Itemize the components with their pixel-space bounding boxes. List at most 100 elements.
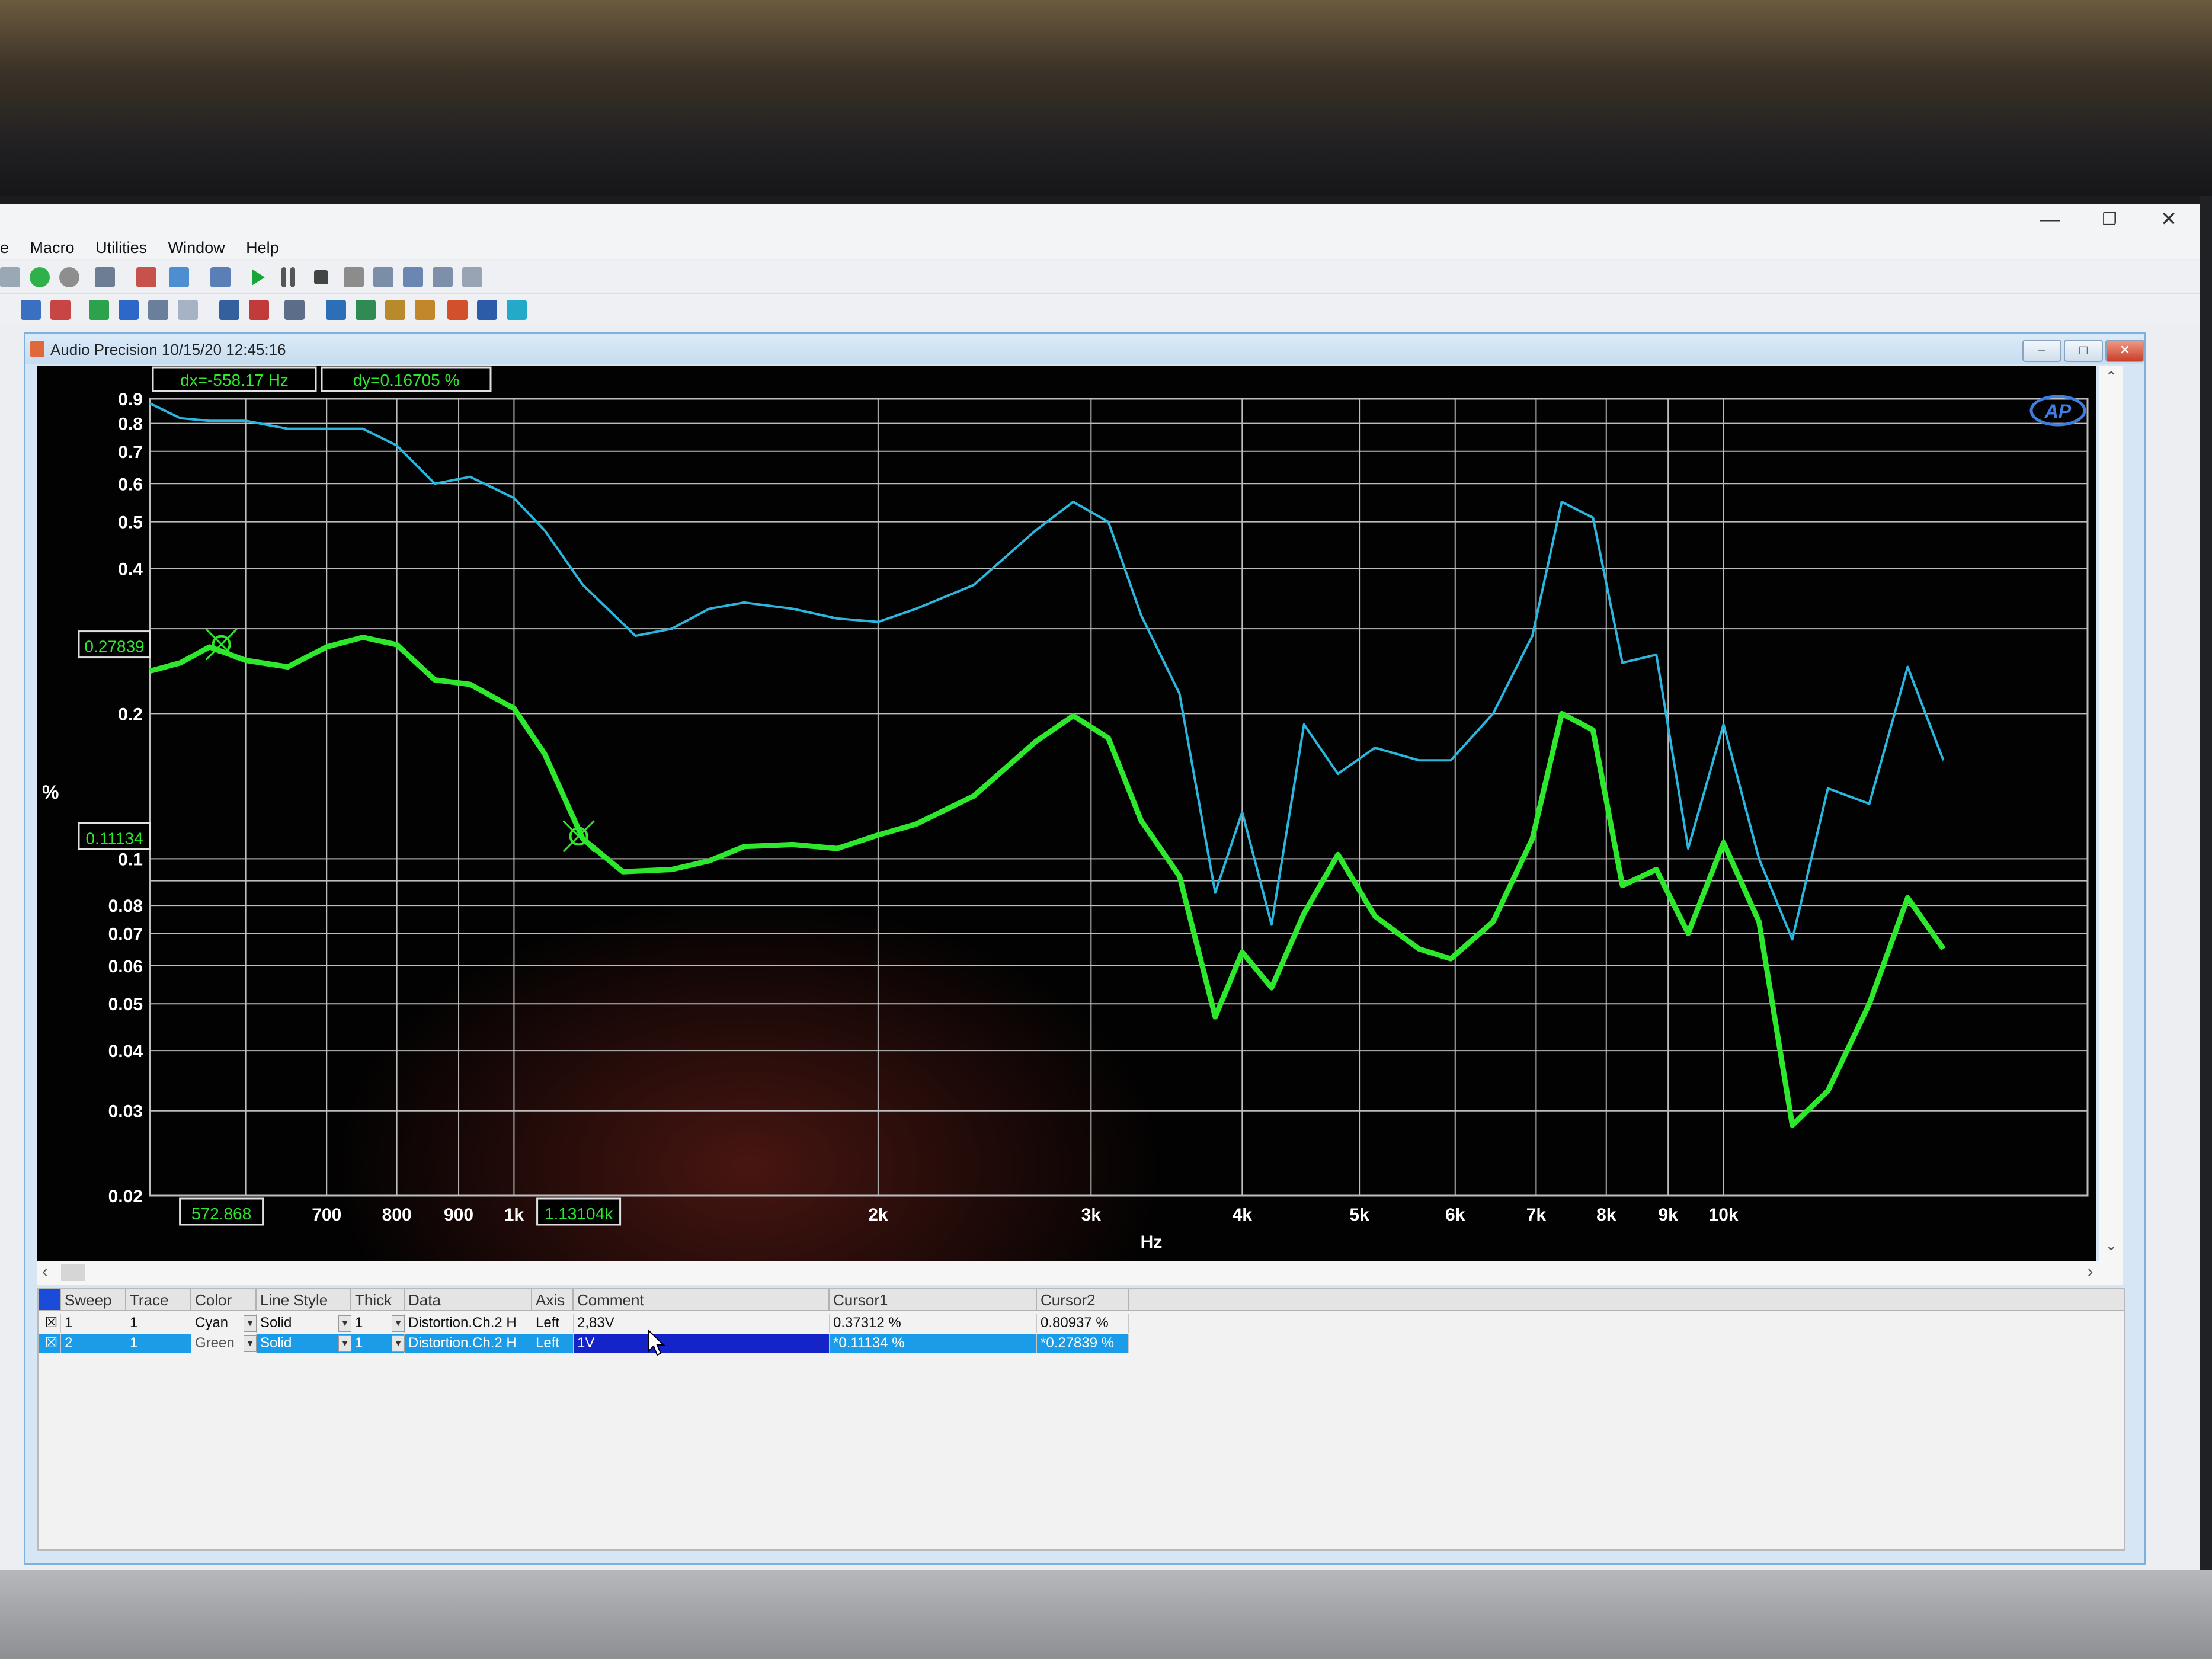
restore-window-button[interactable]: ❐: [2086, 204, 2133, 234]
header-color[interactable]: Color: [191, 1289, 257, 1311]
row1-axis[interactable]: Left: [532, 1314, 574, 1333]
header-sweep[interactable]: Sweep: [61, 1289, 126, 1311]
vertical-scrollbar[interactable]: ⌃ ⌄: [2099, 366, 2123, 1261]
row2-style-dropdown-icon[interactable]: ▼: [338, 1335, 351, 1352]
row1-checkbox[interactable]: ☒: [39, 1314, 61, 1333]
spectrum-icon[interactable]: [385, 300, 405, 320]
toolbar-row-1: [0, 261, 2200, 292]
analyzer-icon[interactable]: [21, 300, 41, 320]
x-tick-label: 10k: [1709, 1205, 1739, 1225]
y-tick-label: 0.03: [108, 1102, 143, 1122]
x-tick-label: 9k: [1658, 1205, 1678, 1225]
menu-item-partial[interactable]: e: [0, 234, 17, 257]
header-comment[interactable]: Comment: [574, 1289, 830, 1311]
graph-window: Audio Precision 10/15/20 12:45:16 – □ ✕ …: [24, 332, 2146, 1565]
undo-icon[interactable]: [462, 267, 482, 287]
monitor-icon[interactable]: [477, 300, 497, 320]
scroll-up-arrow-icon[interactable]: ⌃: [2099, 369, 2123, 386]
horizontal-scrollbar[interactable]: ‹ ›: [37, 1261, 2123, 1285]
export-icon[interactable]: [403, 267, 423, 287]
graph-minimize-button[interactable]: –: [2022, 340, 2061, 362]
header-cursor1[interactable]: Cursor1: [830, 1289, 1037, 1311]
row2-comment[interactable]: 1V: [574, 1334, 830, 1353]
menu-item-utilities[interactable]: Utilities: [87, 234, 155, 257]
bar-meter-icon[interactable]: [219, 300, 239, 320]
hand-icon[interactable]: [344, 267, 364, 287]
legend-corner-cell[interactable]: [39, 1289, 61, 1311]
graph-icon[interactable]: [148, 300, 168, 320]
waveform-icon[interactable]: [415, 300, 435, 320]
x-tick-label: 3k: [1081, 1205, 1102, 1225]
filter-icon[interactable]: [249, 300, 269, 320]
data-browser-icon[interactable]: [326, 300, 346, 320]
row2-thick-dropdown-icon[interactable]: ▼: [392, 1335, 405, 1352]
scroll-thumb[interactable]: [61, 1264, 85, 1281]
stop-icon[interactable]: [314, 270, 328, 284]
row1-comment[interactable]: 2,83V: [574, 1314, 830, 1333]
report-icon[interactable]: [210, 267, 231, 287]
import-icon[interactable]: [433, 267, 453, 287]
row1-line-style[interactable]: Solid: [257, 1314, 351, 1333]
menu-item-help[interactable]: Help: [238, 234, 287, 257]
pause-icon[interactable]: [281, 267, 286, 287]
x-cursor1-readout: 1.13104k: [545, 1205, 613, 1223]
stop-circle-icon[interactable]: [59, 267, 79, 287]
go-icon[interactable]: [30, 267, 50, 287]
row2-checkbox[interactable]: ☒: [39, 1334, 61, 1353]
scope-icon[interactable]: [507, 300, 527, 320]
menu-item-window[interactable]: Window: [160, 234, 233, 257]
row2-data[interactable]: Distortion.Ch.2 H: [405, 1334, 532, 1353]
row2-trace[interactable]: 1: [126, 1334, 191, 1353]
menu-item-macro[interactable]: Macro: [22, 234, 83, 257]
y-tick-label: 0.8: [118, 415, 143, 434]
header-trace[interactable]: Trace: [126, 1289, 191, 1311]
row2-sweep[interactable]: 2: [61, 1334, 126, 1353]
y-tick-label: 0.05: [108, 995, 143, 1014]
monitor-bezel-top: [0, 0, 2212, 196]
sweep-icon[interactable]: [373, 267, 393, 287]
arrow-down-icon[interactable]: [119, 300, 139, 320]
copy-icon[interactable]: [169, 267, 189, 287]
table-icon[interactable]: [356, 300, 376, 320]
y-tick-label: 0.06: [108, 957, 143, 976]
row1-style-dropdown-icon[interactable]: ▼: [338, 1315, 351, 1332]
arrow-right-icon[interactable]: [89, 300, 109, 320]
scroll-right-arrow-icon[interactable]: ›: [2088, 1262, 2093, 1281]
minimize-window-button[interactable]: —: [2027, 204, 2074, 234]
open-icon[interactable]: [0, 267, 20, 287]
settings-icon[interactable]: [95, 267, 115, 287]
plot-area[interactable]: 0.9 0.8 0.7 0.6 0.5 0.4 0.2 0.1 0.08 0.07 0.06 0.05…: [37, 366, 2096, 1261]
header-line-style[interactable]: Line Style: [257, 1289, 351, 1311]
monitor-bezel-right: [2200, 196, 2212, 1570]
edit-icon[interactable]: [284, 300, 305, 320]
row2-color-dropdown-icon[interactable]: ▼: [244, 1335, 257, 1352]
close-window-button[interactable]: ✕: [2145, 204, 2192, 234]
header-axis[interactable]: Axis: [532, 1289, 574, 1311]
distortion-chart[interactable]: 0.9 0.8 0.7 0.6 0.5 0.4 0.2 0.1 0.08 0.07 0.06 0.05…: [37, 366, 2096, 1261]
header-thick[interactable]: Thick: [351, 1289, 405, 1311]
record-icon[interactable]: [447, 300, 468, 320]
row1-thick-dropdown-icon[interactable]: ▼: [392, 1315, 405, 1332]
panel-icon[interactable]: [178, 300, 198, 320]
graph-maximize-button[interactable]: □: [2064, 340, 2103, 362]
row1-trace[interactable]: 1: [126, 1314, 191, 1333]
scroll-left-arrow-icon[interactable]: ‹: [42, 1262, 47, 1281]
row2-line-style[interactable]: Solid: [257, 1334, 351, 1353]
header-data[interactable]: Data: [405, 1289, 532, 1311]
plot-frame: [149, 398, 2089, 1197]
row2-cursor2: *0.27839 %: [1037, 1334, 1129, 1353]
row1-sweep[interactable]: 1: [61, 1314, 126, 1333]
header-cursor2[interactable]: Cursor2: [1037, 1289, 1129, 1311]
dy-readout: dy=0.16705 %: [353, 371, 460, 389]
y-tick-label: 0.1: [118, 850, 143, 869]
row2-axis[interactable]: Left: [532, 1334, 574, 1353]
generator-icon[interactable]: [50, 300, 71, 320]
title-bar: — ❐ ✕: [0, 204, 2200, 234]
row1-color-dropdown-icon[interactable]: ▼: [244, 1315, 257, 1332]
toolbar-row-2: [0, 293, 2200, 325]
row1-data[interactable]: Distortion.Ch.2 H: [405, 1314, 532, 1333]
play-icon[interactable]: [252, 269, 265, 286]
compare-icon[interactable]: [136, 267, 156, 287]
graph-close-button[interactable]: ✕: [2105, 340, 2144, 362]
scroll-down-arrow-icon[interactable]: ⌄: [2099, 1237, 2123, 1254]
